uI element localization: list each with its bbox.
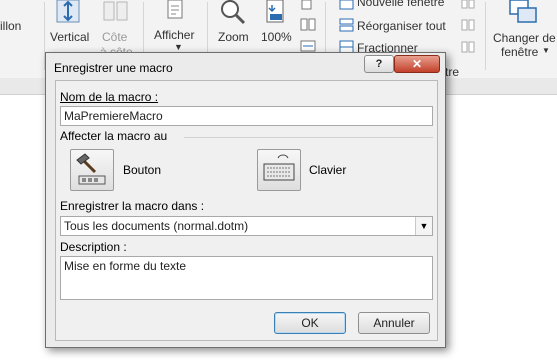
cote-a-cote-button[interactable]: Côte à côte <box>98 0 134 60</box>
page-100-icon <box>266 0 284 23</box>
reorganiser-tout-label: Réorganiser tout <box>357 19 446 33</box>
store-macro-label: Enregistrer la macro dans : <box>60 199 205 213</box>
new-window-icon <box>339 0 354 10</box>
store-macro-select[interactable]: Tous les documents (normal.dotm) ▼ <box>60 216 433 236</box>
sync-scroll-icon[interactable] <box>460 18 476 32</box>
changer-fenetre-label-2: fenêtre <box>501 45 539 59</box>
nouvelle-fenetre-button[interactable]: Nouvelle fenêtre <box>335 0 450 12</box>
description-label: Description : <box>60 240 127 254</box>
hammer-toolbar-icon <box>76 153 106 185</box>
bouton-label[interactable]: Bouton <box>123 163 161 177</box>
reset-window-icon[interactable] <box>460 40 476 54</box>
cancel-button[interactable]: Annuler <box>358 312 430 334</box>
ok-button[interactable]: OK <box>274 312 346 334</box>
dialog-title: Enregistrer une macro <box>54 61 173 75</box>
switch-windows-icon <box>509 0 537 23</box>
dropdown-arrow-icon[interactable]: ▼ <box>415 217 432 235</box>
clavier-label[interactable]: Clavier <box>309 163 346 177</box>
macro-name-label: Nom de la macro : <box>60 90 158 104</box>
ribbon-fragment-label: illon <box>0 19 22 33</box>
arrange-all-icon <box>339 18 354 32</box>
macro-show-icon <box>167 0 183 19</box>
changer-fenetre-label: Changer de <box>493 31 556 45</box>
magnifier-icon <box>221 0 246 25</box>
chevron-down-icon: ▼ <box>542 46 550 55</box>
group-divider <box>184 137 433 138</box>
one-page-icon[interactable] <box>300 0 314 10</box>
reorganiser-tout-button[interactable]: Réorganiser tout <box>335 17 450 35</box>
chevron-down-icon: ▼ <box>174 42 183 52</box>
record-macro-dialog: Enregistrer une macro ? ✕ Nom de la macr… <box>45 52 446 348</box>
dialog-titlebar[interactable]: Enregistrer une macro ? ✕ <box>46 53 445 81</box>
description-textarea[interactable]: Mise en forme du texte <box>60 256 433 300</box>
group-fragment-label: tre <box>445 65 460 79</box>
assign-keyboard-button[interactable] <box>257 149 301 191</box>
vertical-label: Vertical <box>50 30 90 44</box>
nouvelle-fenetre-label: Nouvelle fenêtre <box>357 0 445 9</box>
view-side-by-side-small-icon[interactable] <box>460 0 476 10</box>
close-button[interactable]: ✕ <box>394 55 440 73</box>
afficher-button[interactable]: Afficher ▼ <box>150 0 202 52</box>
assign-button-button[interactable] <box>70 149 114 191</box>
zoom-label: Zoom <box>218 30 249 44</box>
macro-name-input[interactable]: MaPremiereMacro <box>60 106 433 126</box>
page-width-icon[interactable] <box>300 40 316 52</box>
vertical-button[interactable]: Vertical <box>46 0 94 46</box>
changer-fenetre-button[interactable]: Changer de fenêtre ▼ <box>488 0 557 62</box>
help-button[interactable]: ? <box>364 55 394 73</box>
ribbon-separator <box>485 2 486 70</box>
keyboard-icon <box>263 154 295 181</box>
zoom-button[interactable]: Zoom <box>212 0 252 46</box>
store-macro-value: Tous les documents (normal.dotm) <box>64 219 249 233</box>
zoom-100-label: 100% <box>261 30 292 44</box>
side-by-side-icon <box>103 1 128 21</box>
dialog-body: Nom de la macro : MaPremiereMacro Affect… <box>55 80 438 341</box>
vertical-icon <box>56 0 80 23</box>
afficher-label: Afficher <box>154 28 195 42</box>
assign-macro-label: Affecter la macro au <box>60 129 168 143</box>
macro-name-label-text: Nom de la macro : <box>60 90 159 104</box>
multiple-pages-icon[interactable] <box>300 18 316 32</box>
cote-label: Côte <box>102 30 128 44</box>
zoom-100-button[interactable]: 100% <box>256 0 296 46</box>
